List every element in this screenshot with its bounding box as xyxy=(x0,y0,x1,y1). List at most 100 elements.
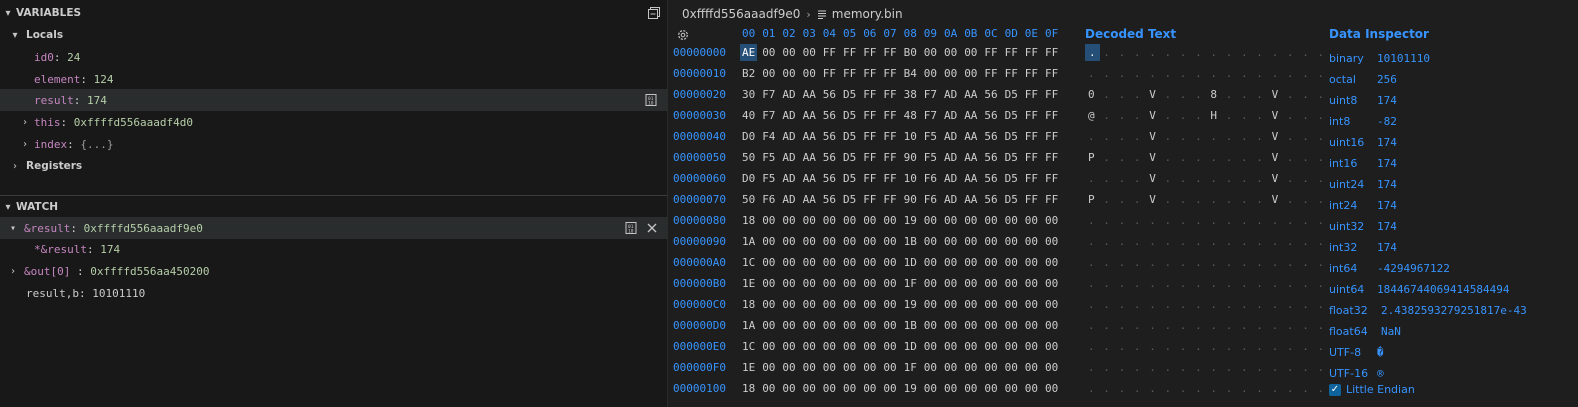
decoded-char[interactable]: . xyxy=(1103,193,1110,206)
decoded-char[interactable]: . xyxy=(1103,235,1110,248)
decoded-char[interactable]: . xyxy=(1210,277,1217,290)
decoded-char[interactable]: . xyxy=(1180,382,1187,395)
byte-cell[interactable]: D5 xyxy=(843,151,856,164)
byte-cell[interactable]: F7 xyxy=(762,109,775,122)
decoded-char[interactable]: . xyxy=(1226,361,1233,374)
byte-cell[interactable]: 00 xyxy=(1005,361,1018,374)
decoded-char[interactable]: . xyxy=(1180,298,1187,311)
byte-cell[interactable]: 00 xyxy=(823,235,836,248)
byte-cell[interactable]: 00 xyxy=(1045,235,1058,248)
byte-cell[interactable]: 48 xyxy=(904,109,917,122)
decoded-char[interactable]: . xyxy=(1210,151,1217,164)
byte-cell[interactable]: F6 xyxy=(762,193,775,206)
byte-cell[interactable]: 00 xyxy=(883,235,896,248)
byte-cell[interactable]: AD xyxy=(782,88,795,101)
byte-cell[interactable]: 00 xyxy=(924,382,937,395)
byte-cell[interactable]: D5 xyxy=(843,172,856,185)
decoded-char[interactable]: . xyxy=(1165,361,1172,374)
decoded-char[interactable]: . xyxy=(1226,172,1233,185)
decoded-char[interactable]: . xyxy=(1119,151,1126,164)
decoded-char[interactable]: . xyxy=(1180,109,1187,122)
decoded-char[interactable]: @ xyxy=(1088,109,1095,122)
byte-cell[interactable]: 00 xyxy=(944,214,957,227)
variable-row[interactable]: › index: {...} xyxy=(0,133,667,155)
decoded-char[interactable]: . xyxy=(1256,67,1263,80)
byte-cell[interactable]: 00 xyxy=(1005,319,1018,332)
decoded-char[interactable]: . xyxy=(1272,214,1279,227)
decoded-char[interactable]: . xyxy=(1210,67,1217,80)
decoded-char[interactable]: . xyxy=(1119,193,1126,206)
decoded-char[interactable]: . xyxy=(1272,277,1279,290)
decoded-char[interactable]: . xyxy=(1088,382,1095,395)
byte-cell[interactable]: 00 xyxy=(823,340,836,353)
collapse-all-icon[interactable] xyxy=(647,6,661,20)
byte-cell[interactable]: 00 xyxy=(1025,361,1038,374)
byte-cell[interactable]: 00 xyxy=(984,319,997,332)
byte-cell[interactable]: 00 xyxy=(762,382,775,395)
decoded-char[interactable]: V xyxy=(1272,151,1279,164)
decoded-char[interactable]: . xyxy=(1241,256,1248,269)
byte-cell[interactable]: 00 xyxy=(1025,319,1038,332)
decoded-char[interactable]: . xyxy=(1318,46,1325,59)
watch-row-selected[interactable]: ▾ &result: 0xffffd556aaadf9e0 01 10 xyxy=(0,217,667,239)
decoded-char[interactable]: . xyxy=(1165,88,1172,101)
decoded-char[interactable]: . xyxy=(1302,361,1309,374)
decoded-char[interactable]: . xyxy=(1226,88,1233,101)
decoded-char[interactable]: . xyxy=(1287,277,1294,290)
decoded-char[interactable]: . xyxy=(1256,172,1263,185)
decoded-char[interactable]: . xyxy=(1149,298,1156,311)
decoded-char[interactable]: . xyxy=(1180,214,1187,227)
decoded-char[interactable]: . xyxy=(1134,109,1141,122)
decoded-char[interactable]: . xyxy=(1134,382,1141,395)
decoded-char[interactable]: . xyxy=(1210,361,1217,374)
decoded-char[interactable]: . xyxy=(1256,193,1263,206)
watch-row[interactable]: *&result: 174 xyxy=(0,238,667,260)
decoded-char[interactable]: . xyxy=(1149,340,1156,353)
byte-cell[interactable]: 19 xyxy=(904,382,917,395)
byte-cell[interactable]: AD xyxy=(944,151,957,164)
decoded-char[interactable]: . xyxy=(1318,382,1325,395)
byte-cell[interactable]: 40 xyxy=(742,109,755,122)
decoded-char[interactable]: . xyxy=(1103,46,1110,59)
decoded-char[interactable]: . xyxy=(1226,109,1233,122)
decoded-char[interactable]: . xyxy=(1272,361,1279,374)
byte-cell[interactable]: D5 xyxy=(1005,88,1018,101)
decoded-char[interactable]: . xyxy=(1180,235,1187,248)
decoded-char[interactable]: . xyxy=(1165,172,1172,185)
byte-cell[interactable]: 00 xyxy=(863,340,876,353)
byte-cell[interactable]: AA xyxy=(964,193,977,206)
byte-cell[interactable]: 00 xyxy=(944,319,957,332)
decoded-char[interactable]: . xyxy=(1272,67,1279,80)
byte-cell[interactable]: AA xyxy=(964,172,977,185)
byte-cell[interactable]: FF xyxy=(1025,46,1038,59)
byte-cell[interactable]: D5 xyxy=(843,109,856,122)
byte-cell[interactable]: 00 xyxy=(762,340,775,353)
byte-cell[interactable]: 00 xyxy=(843,340,856,353)
byte-cell[interactable]: 00 xyxy=(984,361,997,374)
byte-cell[interactable]: 00 xyxy=(883,382,896,395)
decoded-char[interactable]: P xyxy=(1088,151,1095,164)
decoded-char[interactable]: . xyxy=(1210,319,1217,332)
settings-gear-icon[interactable] xyxy=(676,28,690,42)
byte-cell[interactable]: 00 xyxy=(964,340,977,353)
decoded-char[interactable]: . xyxy=(1119,298,1126,311)
decoded-char[interactable]: . xyxy=(1119,319,1126,332)
selected-decoded-char[interactable]: . xyxy=(1085,44,1100,61)
decoded-char[interactable]: . xyxy=(1134,130,1141,143)
byte-cell[interactable]: B0 xyxy=(904,46,917,59)
byte-cell[interactable]: F6 xyxy=(924,172,937,185)
remove-expression-icon[interactable] xyxy=(645,221,659,235)
decoded-char[interactable]: . xyxy=(1287,361,1294,374)
decoded-char[interactable]: V xyxy=(1149,130,1156,143)
decoded-char[interactable]: . xyxy=(1149,319,1156,332)
byte-cell[interactable]: F7 xyxy=(762,88,775,101)
decoded-char[interactable]: . xyxy=(1226,67,1233,80)
decoded-char[interactable]: . xyxy=(1210,256,1217,269)
decoded-char[interactable]: . xyxy=(1241,382,1248,395)
byte-cell[interactable]: 00 xyxy=(1025,214,1038,227)
decoded-char[interactable]: . xyxy=(1210,130,1217,143)
byte-cell[interactable]: FF xyxy=(883,193,896,206)
decoded-char[interactable]: . xyxy=(1119,277,1126,290)
decoded-char[interactable]: . xyxy=(1241,214,1248,227)
decoded-char[interactable]: . xyxy=(1180,361,1187,374)
